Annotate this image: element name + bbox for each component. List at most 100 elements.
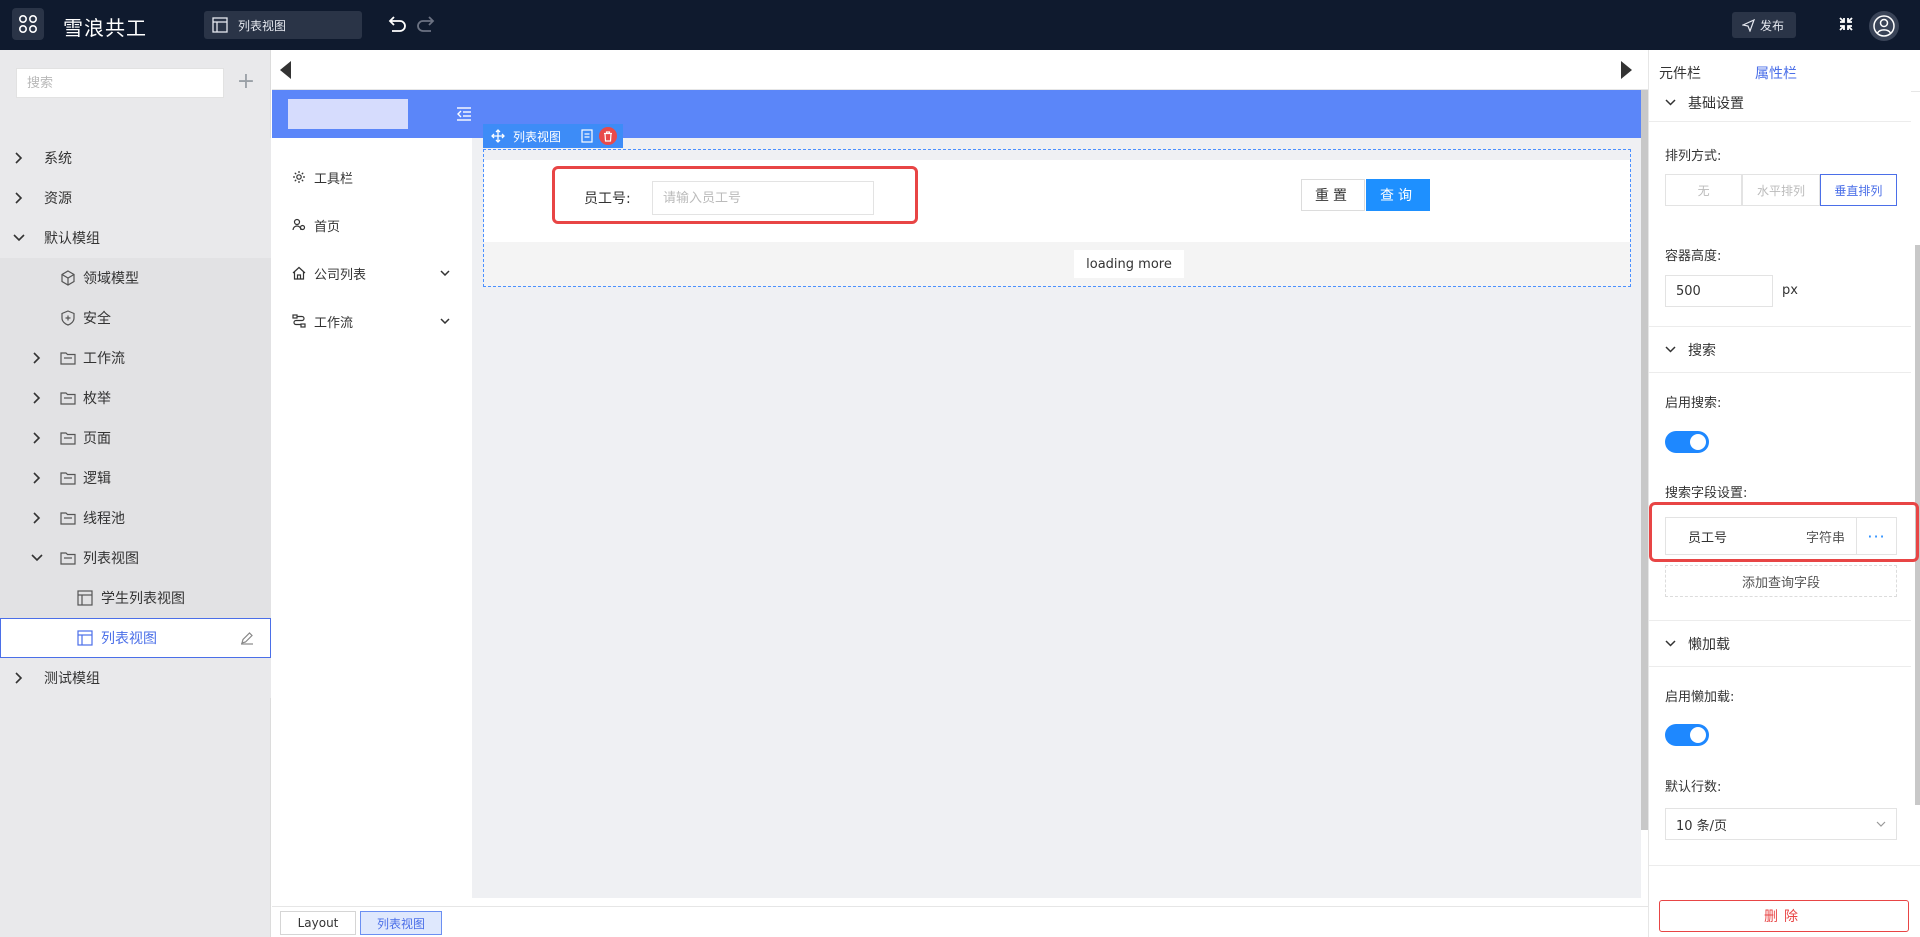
edit-pencil-icon[interactable] xyxy=(240,631,254,645)
menu-fold-icon[interactable] xyxy=(456,107,472,121)
module-tree: 系统 资源 默认模组 领域模型 安全 工作流 枚举 页面 逻辑 线程池 列表视图… xyxy=(0,138,271,698)
chevron-right-icon[interactable] xyxy=(31,392,43,404)
brand-title: 雪浪共工 xyxy=(63,16,147,40)
add-icon[interactable]: + xyxy=(234,68,258,98)
tree-item-label: 逻辑 xyxy=(83,471,111,487)
component-name: 列表视图 xyxy=(513,129,562,144)
enable-search-toggle[interactable] xyxy=(1665,431,1709,453)
tree-item-default-module[interactable]: 默认模组 xyxy=(0,218,271,258)
publish-button[interactable]: 发布 xyxy=(1732,12,1796,38)
section-title: 懒加载 xyxy=(1688,636,1730,653)
chevron-right-icon[interactable] xyxy=(31,512,43,524)
tree-item-label: 枚举 xyxy=(83,391,111,407)
tree-item-label: 安全 xyxy=(83,311,111,327)
chevron-right-icon[interactable] xyxy=(13,152,25,164)
shield-icon xyxy=(61,310,75,326)
nav-item-company-list[interactable]: 公司列表 xyxy=(292,263,458,283)
tree-item-security[interactable]: 安全 xyxy=(0,298,271,338)
tree-item-system[interactable]: 系统 xyxy=(0,138,271,178)
divider xyxy=(1649,620,1911,621)
document-tab-label: 列表视图 xyxy=(238,18,287,33)
gear-icon xyxy=(293,171,305,183)
canvas-scrollbar[interactable] xyxy=(1641,90,1648,830)
tree-item-enum[interactable]: 枚举 xyxy=(0,378,271,418)
chevron-down-icon[interactable] xyxy=(440,318,450,324)
chevron-right-icon[interactable] xyxy=(31,352,43,364)
nav-item-label: 工作流 xyxy=(314,315,354,331)
tree-item-list-view-active[interactable]: 列表视图 xyxy=(0,618,271,658)
enable-lazy-load-toggle[interactable] xyxy=(1665,724,1709,746)
layout-option-none[interactable]: 无 xyxy=(1665,174,1743,206)
delete-icon[interactable] xyxy=(599,127,617,145)
folder-icon xyxy=(60,352,76,365)
container-height-input[interactable] xyxy=(1665,275,1773,307)
tree-item-label: 测试模组 xyxy=(44,671,100,687)
undo-icon[interactable] xyxy=(386,15,408,37)
default-rows-select[interactable]: 10 条/页 xyxy=(1665,808,1897,840)
tree-search-input[interactable] xyxy=(16,68,224,98)
tree-item-label: 工作流 xyxy=(83,351,125,367)
tab-properties[interactable]: 属性栏 xyxy=(1755,63,1797,83)
apps-grid-icon[interactable] xyxy=(12,8,44,40)
move-icon[interactable] xyxy=(491,129,505,143)
tree-item-label: 列表视图 xyxy=(83,551,139,567)
chevron-down-icon[interactable] xyxy=(13,232,25,244)
tree-item-label: 线程池 xyxy=(83,511,125,527)
workflow-icon xyxy=(292,314,306,328)
tab-components[interactable]: 元件栏 xyxy=(1659,63,1701,83)
delete-component-button[interactable]: 删除 xyxy=(1659,900,1909,932)
chevron-down-icon xyxy=(1665,640,1676,647)
tree-item-label: 领域模型 xyxy=(83,271,139,287)
chevron-down-icon xyxy=(1665,346,1676,353)
nav-item-workflow[interactable]: 工作流 xyxy=(292,311,458,331)
document-tab[interactable]: 列表视图 xyxy=(204,11,362,39)
add-query-field-button[interactable]: 添加查询字段 xyxy=(1665,565,1897,597)
chevron-down-icon[interactable] xyxy=(440,270,450,276)
layout-option-vertical[interactable]: 垂直排列 xyxy=(1819,174,1897,206)
chevron-right-icon[interactable] xyxy=(31,472,43,484)
fullscreen-exit-icon[interactable] xyxy=(1838,16,1854,36)
section-lazy-load[interactable]: 懒加载 xyxy=(1649,621,1911,667)
nav-item-toolbar[interactable]: 工具栏 xyxy=(292,167,458,187)
breadcrumb-list-view[interactable]: 列表视图 xyxy=(360,911,442,935)
section-basic-settings[interactable]: 基础设置 xyxy=(1649,84,1911,122)
tree-item-student-list-view[interactable]: 学生列表视图 xyxy=(0,578,271,618)
tree-item-logic[interactable]: 逻辑 xyxy=(0,458,271,498)
chevron-right-icon[interactable] xyxy=(13,672,25,684)
tree-item-pages[interactable]: 页面 xyxy=(0,418,271,458)
tree-item-label: 列表视图 xyxy=(101,631,157,647)
tree-item-workflow[interactable]: 工作流 xyxy=(0,338,271,378)
collapse-left-icon[interactable] xyxy=(280,61,291,79)
tree-item-resources[interactable]: 资源 xyxy=(0,178,271,218)
folder-icon xyxy=(60,552,76,565)
nav-item-home[interactable]: 首页 xyxy=(292,215,458,235)
annotation-highlight-search-field xyxy=(552,166,918,224)
chevron-down-icon[interactable] xyxy=(31,552,43,564)
design-canvas: 工具栏 首页 公司列表 工作流 员工号: 请输入员工号 列表视图 重置 查询 l… xyxy=(272,90,1641,898)
section-search[interactable]: 搜索 xyxy=(1649,327,1911,373)
send-icon xyxy=(1742,18,1755,32)
preview-logo-placeholder xyxy=(288,99,408,129)
tree-item-thread-pool[interactable]: 线程池 xyxy=(0,498,271,538)
home-icon xyxy=(292,266,306,280)
user-avatar-icon[interactable] xyxy=(1869,11,1899,41)
search-fields-label: 搜索字段设置: xyxy=(1665,486,1748,501)
height-unit: px xyxy=(1782,283,1798,298)
top-bar: 雪浪共工 列表视图 预览 发布 xyxy=(0,0,1920,898)
breadcrumb-layout[interactable]: Layout xyxy=(280,911,356,935)
preview-header xyxy=(272,90,1641,138)
tree-item-label: 系统 xyxy=(44,151,72,167)
tree-item-list-views[interactable]: 列表视图 xyxy=(0,538,271,578)
reset-button[interactable]: 重置 xyxy=(1301,179,1365,211)
collapse-right-icon[interactable] xyxy=(1621,61,1632,79)
query-button[interactable]: 查询 xyxy=(1366,179,1430,211)
tree-item-test-module[interactable]: 测试模组 xyxy=(0,658,271,698)
component-toolbar: 列表视图 xyxy=(483,124,623,148)
tree-item-domain-model[interactable]: 领域模型 xyxy=(0,258,271,298)
chevron-right-icon[interactable] xyxy=(31,432,43,444)
chevron-right-icon[interactable] xyxy=(13,192,25,204)
copy-icon[interactable] xyxy=(581,129,593,143)
redo-icon[interactable] xyxy=(415,15,437,37)
default-rows-value: 10 条/页 xyxy=(1676,818,1728,834)
layout-option-horizontal[interactable]: 水平排列 xyxy=(1742,174,1820,206)
